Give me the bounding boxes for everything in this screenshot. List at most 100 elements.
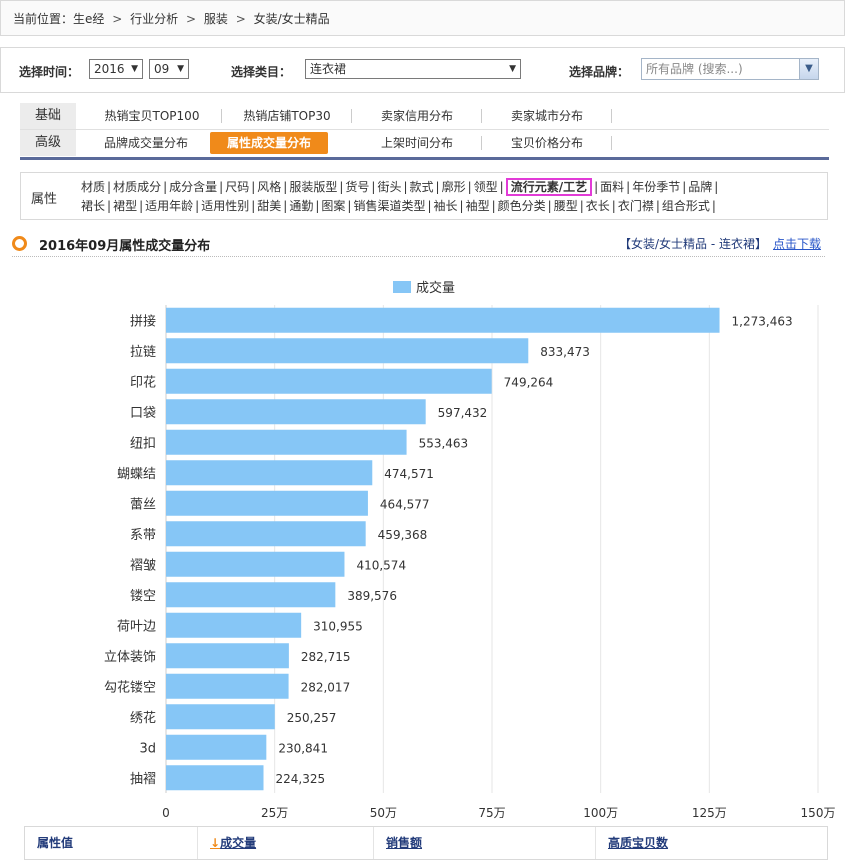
attribute-item[interactable]: 材质 [81, 180, 105, 194]
breadcrumb-item[interactable]: 女装/女士精品 [254, 12, 330, 26]
attribute-separator: | [347, 199, 352, 213]
attribute-item[interactable]: 销售渠道类型 [353, 199, 425, 213]
attribute-item[interactable]: 廓形 [442, 180, 466, 194]
attribute-item[interactable]: 袖型 [466, 199, 490, 213]
attribute-item[interactable]: 风格 [257, 180, 281, 194]
attribute-separator: | [459, 199, 464, 213]
bar [166, 612, 302, 638]
attribute-item[interactable]: 街头 [377, 180, 401, 194]
attribute-item[interactable]: 货号 [345, 180, 369, 194]
col-volume[interactable]: ↓成交量 [198, 827, 374, 859]
attribute-item[interactable]: 衣门襟 [618, 199, 654, 213]
x-tick-label: 75万 [478, 806, 505, 820]
attribute-item[interactable]: 衣长 [586, 199, 610, 213]
breadcrumb-item[interactable]: 生e经 [73, 12, 104, 26]
attribute-item[interactable]: 裙长 [81, 199, 105, 213]
year-select[interactable]: 2016 ▼ [89, 59, 143, 79]
attribute-separator: | [283, 199, 288, 213]
attribute-item[interactable]: 甜美 [257, 199, 281, 213]
section-header: 2016年09月属性成交量分布 【女装/女士精品 - 连衣裙】 点击下载 [12, 232, 825, 257]
month-select[interactable]: 09 ▼ [149, 59, 189, 79]
attribute-separator: | [547, 199, 552, 213]
data-label: 474,571 [384, 467, 434, 481]
brand-placeholder: 所有品牌 (搜索...) [646, 62, 743, 76]
col-sales[interactable]: 销售额 [374, 827, 596, 859]
attribute-item[interactable]: 图案 [321, 199, 345, 213]
breadcrumb-separator: > [185, 12, 197, 26]
analysis-tabs: 基础 热销宝贝TOP100 热销店铺TOP30 卖家信用分布 卖家城市分布 高级… [20, 103, 829, 160]
category-select[interactable]: 连衣裙 ▼ [305, 59, 521, 79]
attribute-separator: | [626, 180, 631, 194]
attribute-item[interactable]: 服装版型 [289, 180, 337, 194]
attribute-item[interactable]: 适用年龄 [145, 199, 193, 213]
category-label: 褶皱 [130, 557, 156, 573]
attribute-separator: | [499, 180, 504, 194]
month-value: 09 [154, 62, 170, 76]
tab-brand-volume[interactable]: 品牌成交量分布 [82, 132, 210, 154]
chevron-down-icon[interactable]: ▼ [799, 59, 818, 79]
tab-label: 属性成交量分布 [226, 136, 311, 150]
category-label: 蝴蝶结 [117, 467, 156, 482]
data-label: 553,463 [419, 436, 469, 450]
tab-top30-shops[interactable]: 热销店铺TOP30 [222, 105, 352, 127]
tab-top100-items[interactable]: 热销宝贝TOP100 [82, 105, 222, 127]
data-label: 597,432 [438, 406, 488, 420]
attribute-item[interactable]: 年份季节 [632, 180, 680, 194]
bar [166, 490, 368, 516]
attribute-item[interactable]: 材质成分 [113, 180, 161, 194]
attribute-item[interactable]: 面料 [600, 180, 624, 194]
col-attribute-value: 属性值 [25, 827, 198, 859]
attribute-item[interactable]: 袖长 [434, 199, 458, 213]
attribute-separator: | [251, 199, 256, 213]
attribute-list-line2: 裙长 | 裙型 | 适用年龄 | 适用性别 | 甜美 | 通勤 | 图案 | 销售渠道类型 | 袖长 | 袖型 | 颜色… [81, 197, 718, 215]
brand-search-input[interactable]: 所有品牌 (搜索...) ▼ [641, 58, 819, 80]
chevron-down-icon: ▼ [177, 64, 184, 74]
attribute-item[interactable]: 尺码 [225, 180, 249, 194]
tab-price-distribution[interactable]: 宝贝价格分布 [482, 132, 612, 154]
breadcrumb-item[interactable]: 行业分析 [130, 12, 178, 26]
x-tick-label: 0 [162, 806, 170, 820]
attribute-separator: | [491, 199, 496, 213]
attribute-separator: | [315, 199, 320, 213]
attribute-item[interactable]: 组合形式 [662, 199, 710, 213]
section-scope: 【女装/女士精品 - 连衣裙】 点击下载 [619, 235, 821, 252]
attribute-item[interactable]: 腰型 [554, 199, 578, 213]
attribute-item[interactable]: 裙型 [113, 199, 137, 213]
attribute-item[interactable]: 款式 [410, 180, 434, 194]
tab-label: 热销宝贝TOP100 [104, 109, 200, 123]
category-label: 抽褶 [130, 772, 156, 787]
bar [166, 704, 275, 730]
tab-label: 品牌成交量分布 [103, 136, 188, 150]
attribute-separator: | [339, 180, 344, 194]
attribute-item[interactable]: 品牌 [688, 180, 712, 194]
tab-group-basic: 基础 [20, 103, 76, 129]
category-label: 口袋 [130, 406, 156, 421]
attribute-item[interactable]: 领型 [474, 180, 498, 194]
category-label: 立体装饰 [104, 650, 156, 665]
bar [166, 368, 492, 394]
x-tick-label: 150万 [801, 806, 836, 820]
year-value: 2016 [94, 62, 125, 76]
tab-seller-credit[interactable]: 卖家信用分布 [352, 105, 482, 127]
col-quality-items[interactable]: 高质宝贝数 [596, 827, 827, 859]
legend-label: 成交量 [416, 280, 455, 296]
attribute-item[interactable]: 通勤 [289, 199, 313, 213]
bar [166, 460, 373, 486]
attribute-item[interactable]: 成分含量 [169, 180, 217, 194]
tab-listing-time[interactable]: 上架时间分布 [352, 132, 482, 154]
attribute-item[interactable]: 流行元素/工艺 [505, 178, 593, 196]
attribute-item[interactable]: 适用性别 [201, 199, 249, 213]
tab-attribute-volume[interactable]: 属性成交量分布 [210, 132, 328, 154]
tab-seller-city[interactable]: 卖家城市分布 [482, 105, 612, 127]
arrow-down-icon: ↓ [210, 836, 221, 850]
breadcrumb-item[interactable]: 服装 [204, 12, 228, 26]
bar [166, 399, 426, 425]
x-tick-label: 25万 [261, 806, 288, 820]
tab-row-basic: 基础 热销宝贝TOP100 热销店铺TOP30 卖家信用分布 卖家城市分布 [20, 103, 829, 130]
breadcrumb: 当前位置：生e经 > 行业分析 > 服装 > 女装/女士精品 [0, 0, 845, 36]
download-link[interactable]: 点击下载 [773, 237, 821, 251]
attribute-item[interactable]: 颜色分类 [498, 199, 546, 213]
data-label: 282,017 [301, 680, 351, 694]
tab-label: 卖家城市分布 [510, 109, 583, 123]
attribute-separator: | [594, 180, 599, 194]
